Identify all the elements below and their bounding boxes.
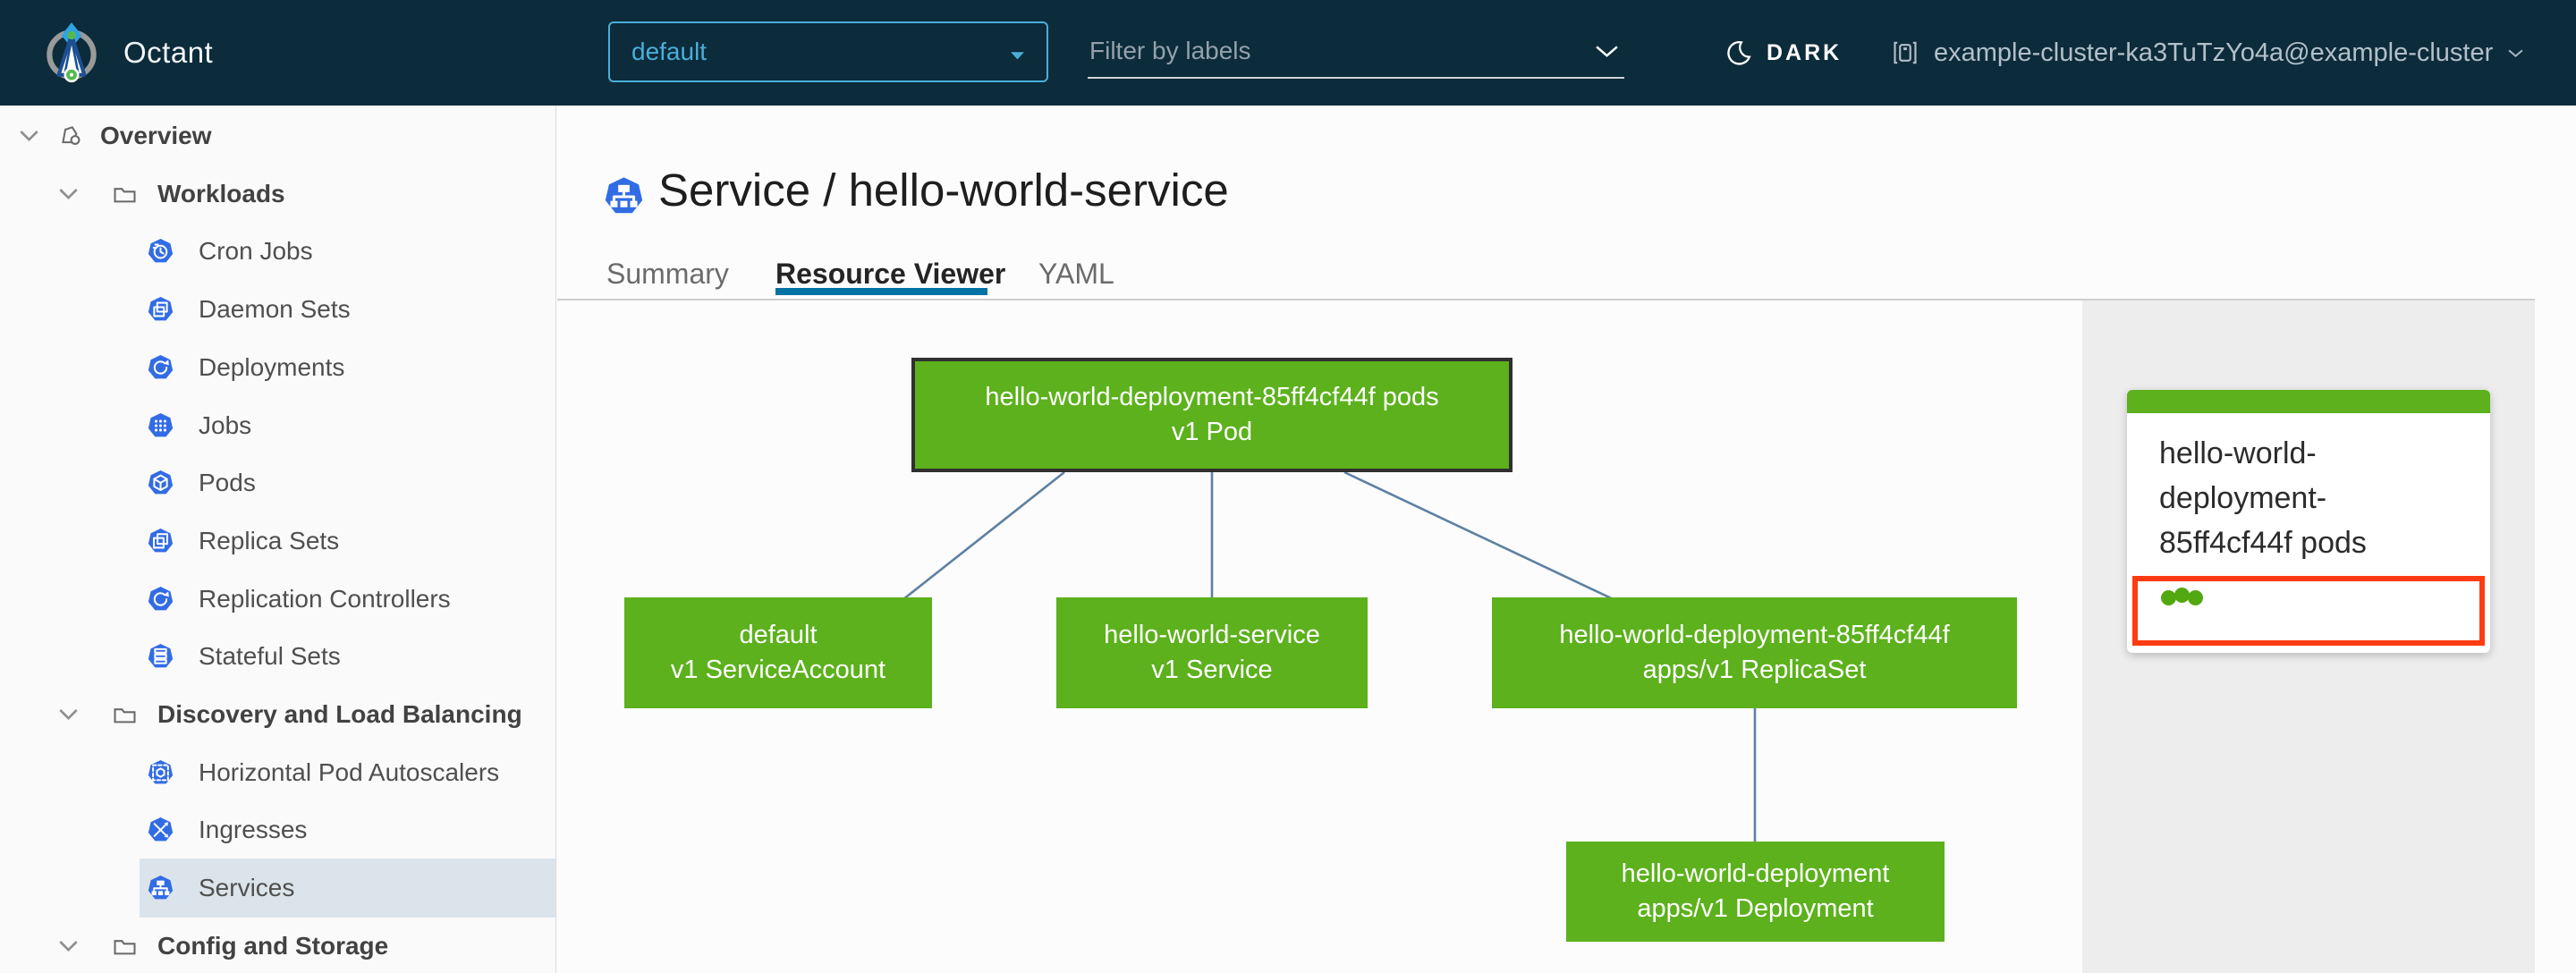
host-icon: [1891, 38, 1919, 67]
sidebar-item-label: Replication Controllers: [199, 584, 451, 613]
chevron-down-icon[interactable]: [18, 130, 40, 143]
sidebar-item-label: Stateful Sets: [199, 642, 341, 671]
moon-icon: [1724, 39, 1752, 67]
graph-node-label: hello-world-deployment: [1621, 859, 1890, 888]
sidebar-item-services[interactable]: Services: [0, 859, 555, 918]
folder-icon: [111, 932, 139, 960]
label-filter-input[interactable]: [1088, 36, 1595, 66]
graph-node-serviceaccount[interactable]: default v1 ServiceAccount: [624, 597, 932, 708]
page-title: Service / hello-world-service: [658, 165, 1229, 216]
sidebar-item-label: Pods: [199, 469, 256, 497]
pod-status-section[interactable]: [2132, 576, 2485, 646]
sidebar-item-jobs[interactable]: Jobs: [0, 398, 555, 453]
folder-icon: [111, 180, 139, 207]
sidebar-nav: Overview Workloads Cron Jobs Daemon Sets Dep…: [0, 106, 556, 973]
sidebar-item-daemon-sets[interactable]: Daemon Sets: [0, 282, 555, 337]
tab-summary[interactable]: Summary: [606, 254, 729, 293]
pod-status-dot: [2174, 588, 2190, 603]
sidebar-item-label: Ingresses: [199, 816, 308, 844]
sidebar-item-replica-sets[interactable]: Replica Sets: [0, 513, 555, 569]
sidebar-item-cron-jobs[interactable]: Cron Jobs: [0, 224, 555, 279]
theme-toggle-label: DARK: [1767, 39, 1843, 65]
sidebar-item-label: Horizontal Pod Autoscalers: [199, 757, 500, 786]
selected-resource-card[interactable]: hello-world-deployment-85ff4cf44f pods: [2127, 390, 2490, 653]
cluster-selector[interactable]: example-cluster-ka3TuTzYo4a@example-clus…: [1891, 0, 2524, 106]
sidebar-item-label: Cron Jobs: [199, 237, 313, 266]
chevron-down-icon[interactable]: [57, 187, 80, 200]
sidebar-item-replication-controllers[interactable]: Replication Controllers: [0, 571, 555, 627]
graph-node-label: default: [739, 621, 818, 649]
chevron-down-icon: [2507, 48, 2524, 58]
sidebar-item-discovery-and-load-balancing[interactable]: Discovery and Load Balancing: [0, 687, 555, 742]
sidebar-item-label: Services: [199, 874, 295, 902]
active-tab-underline: [775, 288, 987, 295]
pod-status-dot: [2188, 590, 2203, 605]
graph-node-deployment[interactable]: hello-world-deployment apps/v1 Deployment: [1566, 842, 1945, 942]
graph-node-label: hello-world-deployment-85ff4cf44f: [1559, 621, 1950, 649]
deployment-icon: [147, 353, 174, 381]
graph-node-label: v1 Service: [1151, 656, 1273, 684]
sidebar-item-label: Config and Storage: [157, 931, 389, 960]
applications-icon: [57, 123, 85, 150]
card-title: hello-world-deployment-85ff4cf44f pods: [2159, 436, 2367, 560]
graph-node-service[interactable]: hello-world-service v1 Service: [1056, 597, 1368, 708]
hpa-icon: [147, 758, 174, 786]
detail-panel: hello-world-deployment-85ff4cf44f pods: [2082, 300, 2535, 973]
sidebar-item-label: Daemon Sets: [199, 295, 351, 324]
cluster-selector-label: example-cluster-ka3TuTzYo4a@example-clus…: [1934, 38, 2494, 67]
caret-down-icon: [1010, 38, 1025, 66]
statefulset-icon: [147, 643, 174, 671]
replicationcontroller-icon: [147, 585, 174, 613]
namespace-dropdown[interactable]: default: [608, 21, 1048, 82]
octant-app: Octant default DARK: [0, 0, 2576, 973]
graph-node-label: v1 ServiceAccount: [670, 656, 886, 684]
pod-status-dots: [2161, 588, 2479, 605]
graph-node-label: apps/v1 Deployment: [1637, 894, 1874, 923]
service-icon: [147, 875, 174, 902]
chevron-down-icon[interactable]: [1595, 45, 1619, 58]
job-icon: [147, 411, 174, 439]
graph-node-pods[interactable]: hello-world-deployment-85ff4cf44f pods v1…: [911, 358, 1513, 472]
label-filter: [1088, 25, 1624, 79]
sidebar-item-config-and-storage[interactable]: Config and Storage: [0, 918, 555, 973]
sidebar-item-label: Workloads: [157, 179, 285, 207]
sidebar-item-horizontal-pod-autoscalers[interactable]: Horizontal Pod Autoscalers: [0, 745, 555, 800]
sidebar-item-label: Deployments: [199, 352, 345, 381]
octant-logo-icon: [38, 18, 106, 86]
card-status-strip: [2127, 390, 2490, 413]
pod-icon: [147, 470, 174, 497]
graph-node-replicaset[interactable]: hello-world-deployment-85ff4cf44f apps/v1…: [1492, 597, 2017, 708]
graph-node-label: apps/v1 ReplicaSet: [1642, 656, 1867, 684]
chevron-down-icon[interactable]: [57, 708, 80, 722]
graph-node-label: hello-world-service: [1104, 621, 1320, 649]
sidebar-item-overview[interactable]: Overview: [0, 108, 555, 164]
tab-yaml[interactable]: YAML: [1038, 254, 1114, 293]
theme-toggle-button[interactable]: DARK: [1724, 0, 1842, 106]
daemonset-icon: [147, 296, 174, 324]
topbar: Octant default DARK: [0, 0, 2576, 106]
service-icon: [603, 175, 645, 217]
sidebar-item-label: Jobs: [199, 410, 252, 439]
sidebar-item-label: Replica Sets: [199, 526, 340, 554]
sidebar-item-workloads[interactable]: Workloads: [0, 166, 555, 222]
sidebar-item-pods[interactable]: Pods: [0, 455, 555, 511]
sidebar-item-deployments[interactable]: Deployments: [0, 340, 555, 395]
graph-node-label: hello-world-deployment-85ff4cf44f pods: [985, 383, 1439, 411]
replicaset-icon: [147, 527, 174, 554]
sidebar-item-label: Discovery and Load Balancing: [157, 700, 522, 728]
folder-icon: [111, 701, 139, 729]
sidebar-item-stateful-sets[interactable]: Stateful Sets: [0, 629, 555, 684]
sidebar-item-label: Overview: [100, 122, 212, 149]
ingress-icon: [147, 816, 174, 844]
namespace-dropdown-value: default: [631, 38, 708, 65]
graph-node-label: v1 Pod: [1171, 418, 1253, 446]
cronjob-icon: [147, 238, 174, 266]
app-title: Octant: [123, 36, 214, 69]
chevron-down-icon[interactable]: [57, 939, 80, 952]
sidebar-item-ingresses[interactable]: Ingresses: [0, 802, 555, 858]
